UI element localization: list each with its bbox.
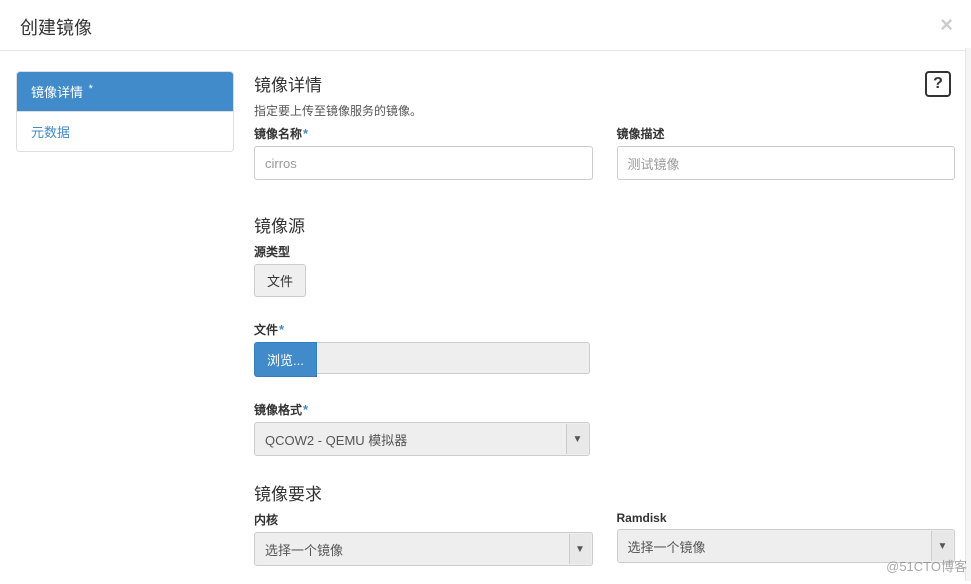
modal-title: 创建镜像: [20, 14, 951, 40]
section-title-reqs: 镜像要求: [254, 480, 955, 505]
field-image-desc: 镜像描述: [617, 125, 956, 180]
field-image-name: 镜像名称*: [254, 125, 593, 180]
label-ramdisk: Ramdisk: [617, 511, 956, 525]
image-desc-input[interactable]: [617, 146, 956, 180]
kernel-select[interactable]: 选择一个镜像: [254, 532, 593, 566]
file-input-row: 浏览...: [254, 342, 590, 377]
required-asterisk: *: [279, 322, 284, 337]
label-file: 文件*: [254, 321, 955, 338]
scrollbar-track[interactable]: [965, 48, 971, 581]
help-icon[interactable]: ?: [925, 71, 951, 97]
label-image-desc: 镜像描述: [617, 125, 956, 142]
field-kernel: 内核 选择一个镜像 ▼: [254, 511, 593, 566]
required-asterisk: *: [303, 402, 308, 417]
sidebar-item-metadata[interactable]: 元数据: [17, 112, 233, 151]
row-kernel-ramdisk: 内核 选择一个镜像 ▼ Ramdisk 选择一个镜像 ▼: [254, 511, 955, 566]
format-select[interactable]: QCOW2 - QEMU 模拟器: [254, 422, 590, 456]
label-kernel: 内核: [254, 511, 593, 528]
section-subtitle: 指定要上传至镜像服务的镜像。: [254, 102, 955, 119]
kernel-select-wrap: 选择一个镜像 ▼: [254, 532, 593, 566]
label-image-name: 镜像名称*: [254, 125, 593, 142]
browse-button[interactable]: 浏览...: [254, 342, 317, 377]
required-asterisk: *: [89, 83, 93, 95]
file-path-display[interactable]: [317, 342, 590, 374]
sidebar-item-label: 镜像详情: [31, 85, 83, 100]
section-title-source: 镜像源: [254, 212, 955, 237]
create-image-modal: 创建镜像 × 镜像详情 * 元数据 ? 镜像详情 指定要上传至镜像服务的镜像。: [0, 0, 971, 581]
sidebar-item-label: 元数据: [31, 125, 70, 140]
modal-header: 创建镜像 ×: [0, 0, 971, 51]
wizard-sidebar: 镜像详情 * 元数据: [16, 71, 234, 152]
field-ramdisk: Ramdisk 选择一个镜像 ▼: [617, 511, 956, 566]
label-format: 镜像格式*: [254, 401, 955, 418]
ramdisk-select[interactable]: 选择一个镜像: [617, 529, 956, 563]
modal-body: 镜像详情 * 元数据 ? 镜像详情 指定要上传至镜像服务的镜像。 镜像名称*: [0, 51, 971, 584]
image-name-input[interactable]: [254, 146, 593, 180]
required-asterisk: *: [303, 126, 308, 141]
form-content: ? 镜像详情 指定要上传至镜像服务的镜像。 镜像名称* 镜像描述 镜: [234, 71, 955, 574]
ramdisk-select-wrap: 选择一个镜像 ▼: [617, 529, 956, 563]
label-source-type: 源类型: [254, 243, 955, 260]
row-name-desc: 镜像名称* 镜像描述: [254, 125, 955, 180]
sidebar-item-image-details[interactable]: 镜像详情 *: [17, 72, 233, 112]
source-type-button[interactable]: 文件: [254, 264, 306, 297]
close-icon[interactable]: ×: [940, 14, 953, 36]
section-title-details: 镜像详情: [254, 71, 955, 96]
format-select-wrap: QCOW2 - QEMU 模拟器 ▼: [254, 422, 590, 456]
